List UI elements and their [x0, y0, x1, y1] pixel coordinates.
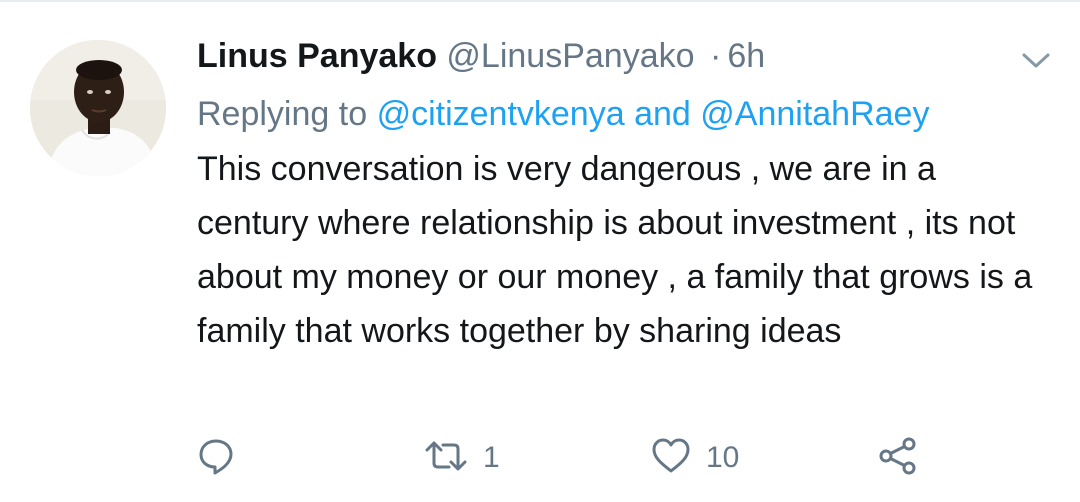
display-name[interactable]: Linus Panyako — [197, 37, 437, 75]
reply-icon — [196, 436, 236, 481]
retweet-icon — [423, 436, 469, 481]
user-handle[interactable]: @LinusPanyako — [446, 37, 694, 75]
tweet-header: Linus Panyako @LinusPanyako · 6h — [197, 26, 1057, 86]
replying-to-and[interactable]: and — [634, 95, 691, 133]
retweet-count: 1 — [483, 441, 500, 474]
avatar[interactable] — [30, 40, 166, 176]
replying-to-label: Replying to — [197, 95, 368, 133]
tweet-text: This conversation is very dangerous , we… — [197, 150, 1033, 350]
timestamp[interactable]: 6h — [727, 37, 765, 75]
chevron-down-icon[interactable] — [1018, 48, 1054, 72]
mention-link-citizentvkenya[interactable]: @citizentvkenya — [377, 95, 625, 133]
replying-to: Replying to @citizentvkenya and @Annitah… — [197, 86, 1057, 142]
reply-button[interactable] — [196, 430, 236, 486]
mention-link-annitahraey[interactable]: @AnnitahRaey — [700, 95, 929, 133]
tweet-actions: 1 10 — [0, 430, 1080, 486]
retweet-button[interactable]: 1 — [423, 430, 500, 486]
share-icon — [877, 436, 919, 481]
like-count: 10 — [706, 441, 740, 474]
tweet-content: Linus Panyako @LinusPanyako · 6h Replying… — [197, 26, 1057, 358]
separator-dot: · — [710, 37, 722, 75]
heart-icon — [650, 436, 692, 481]
tweet-card[interactable]: Linus Panyako @LinusPanyako · 6h Replying… — [0, 0, 1080, 502]
share-button[interactable] — [877, 430, 919, 486]
like-button[interactable]: 10 — [650, 430, 739, 486]
